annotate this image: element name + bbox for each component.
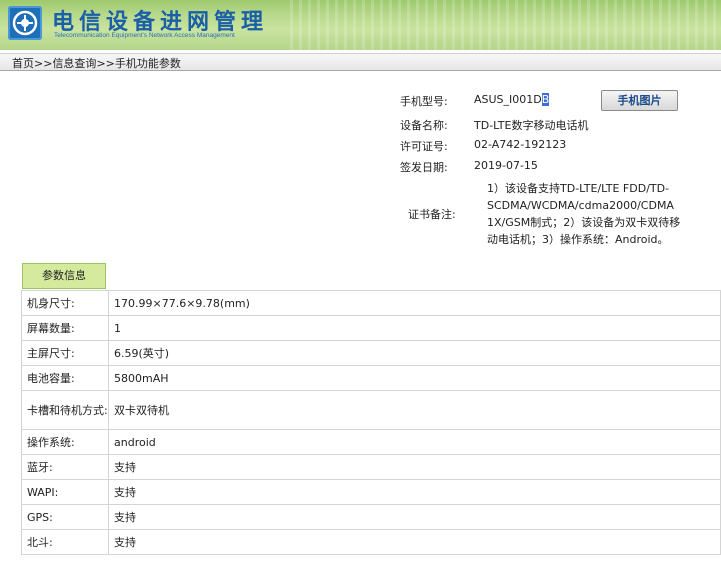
param-value: 1 <box>108 315 721 341</box>
param-value: 5800mAH <box>108 365 721 391</box>
param-value: 170.99×77.6×9.78(mm) <box>108 290 721 316</box>
logo <box>8 6 42 40</box>
table-row: 机身尺寸: 170.99×77.6×9.78(mm) <box>21 290 721 316</box>
model-value-text: ASUS_I001D <box>474 93 542 106</box>
param-value: 支持 <box>108 454 721 480</box>
table-row: 蓝牙: 支持 <box>21 454 721 480</box>
param-key: 机身尺寸: <box>21 290 109 316</box>
issue-date-value: 2019-07-15 <box>474 159 538 172</box>
param-key: WAPI: <box>21 479 109 505</box>
param-key: 电池容量: <box>21 365 109 391</box>
header-banner: 电信设备进网管理 Telecommunication Equipment's N… <box>0 0 721 50</box>
issue-date-label: 签发日期: <box>400 161 448 174</box>
breadcrumb: 首页>>信息查询>>手机功能参数 <box>12 55 181 71</box>
param-value: 6.59(英寸) <box>108 340 721 366</box>
param-key: 卡槽和待机方式: <box>21 390 109 430</box>
table-row: WAPI: 支持 <box>21 479 721 505</box>
breadcrumb-home-link[interactable]: 首页 <box>12 57 34 70</box>
param-value: 双卡双待机 <box>108 390 721 430</box>
breadcrumb-separator: >> <box>96 57 115 70</box>
param-key: 北斗: <box>21 529 109 555</box>
banner-decoration <box>290 0 721 50</box>
model-value: ASUS_I001DB <box>474 93 550 106</box>
table-row: GPS: 支持 <box>21 504 721 530</box>
param-key: 操作系统: <box>21 429 109 455</box>
table-row: 主屏尺寸: 6.59(英寸) <box>21 340 721 366</box>
table-row: 操作系统: android <box>21 429 721 455</box>
breadcrumb-query-link[interactable]: 信息查询 <box>52 57 96 70</box>
table-row: 屏幕数量: 1 <box>21 315 721 341</box>
param-value: 支持 <box>108 504 721 530</box>
model-value-selected-text: B <box>541 93 550 106</box>
breadcrumb-separator: >> <box>34 57 53 70</box>
param-key: 屏幕数量: <box>21 315 109 341</box>
phone-photo-button[interactable]: 手机图片 <box>601 90 678 111</box>
logo-icon <box>12 10 38 36</box>
tab-params-info[interactable]: 参数信息 <box>22 263 106 289</box>
breadcrumb-current: 手机功能参数 <box>114 57 181 70</box>
param-key: 蓝牙: <box>21 454 109 480</box>
table-row: 北斗: 支持 <box>21 529 721 555</box>
model-label: 手机型号: <box>400 95 448 108</box>
site-subtitle: Telecommunication Equipment's Network Ac… <box>54 32 235 39</box>
breadcrumb-bar: 首页>>信息查询>>手机功能参数 <box>0 53 721 71</box>
params-table: 机身尺寸: 170.99×77.6×9.78(mm) 屏幕数量: 1 主屏尺寸:… <box>21 290 721 555</box>
table-row: 卡槽和待机方式: 双卡双待机 <box>21 390 721 430</box>
license-value: 02-A742-192123 <box>474 138 567 151</box>
license-label: 许可证号: <box>400 140 448 153</box>
param-value: 支持 <box>108 479 721 505</box>
param-value: android <box>108 429 721 455</box>
param-value: 支持 <box>108 529 721 555</box>
remark-value: 1）该设备支持TD-LTE/LTE FDD/TD-SCDMA/WCDMA/cdm… <box>487 182 681 246</box>
device-name-value: TD-LTE数字移动电话机 <box>474 119 589 132</box>
remark-label: 证书备注: <box>408 208 456 221</box>
device-name-label: 设备名称: <box>400 119 448 132</box>
table-row: 电池容量: 5800mAH <box>21 365 721 391</box>
param-key: GPS: <box>21 504 109 530</box>
param-key: 主屏尺寸: <box>21 340 109 366</box>
